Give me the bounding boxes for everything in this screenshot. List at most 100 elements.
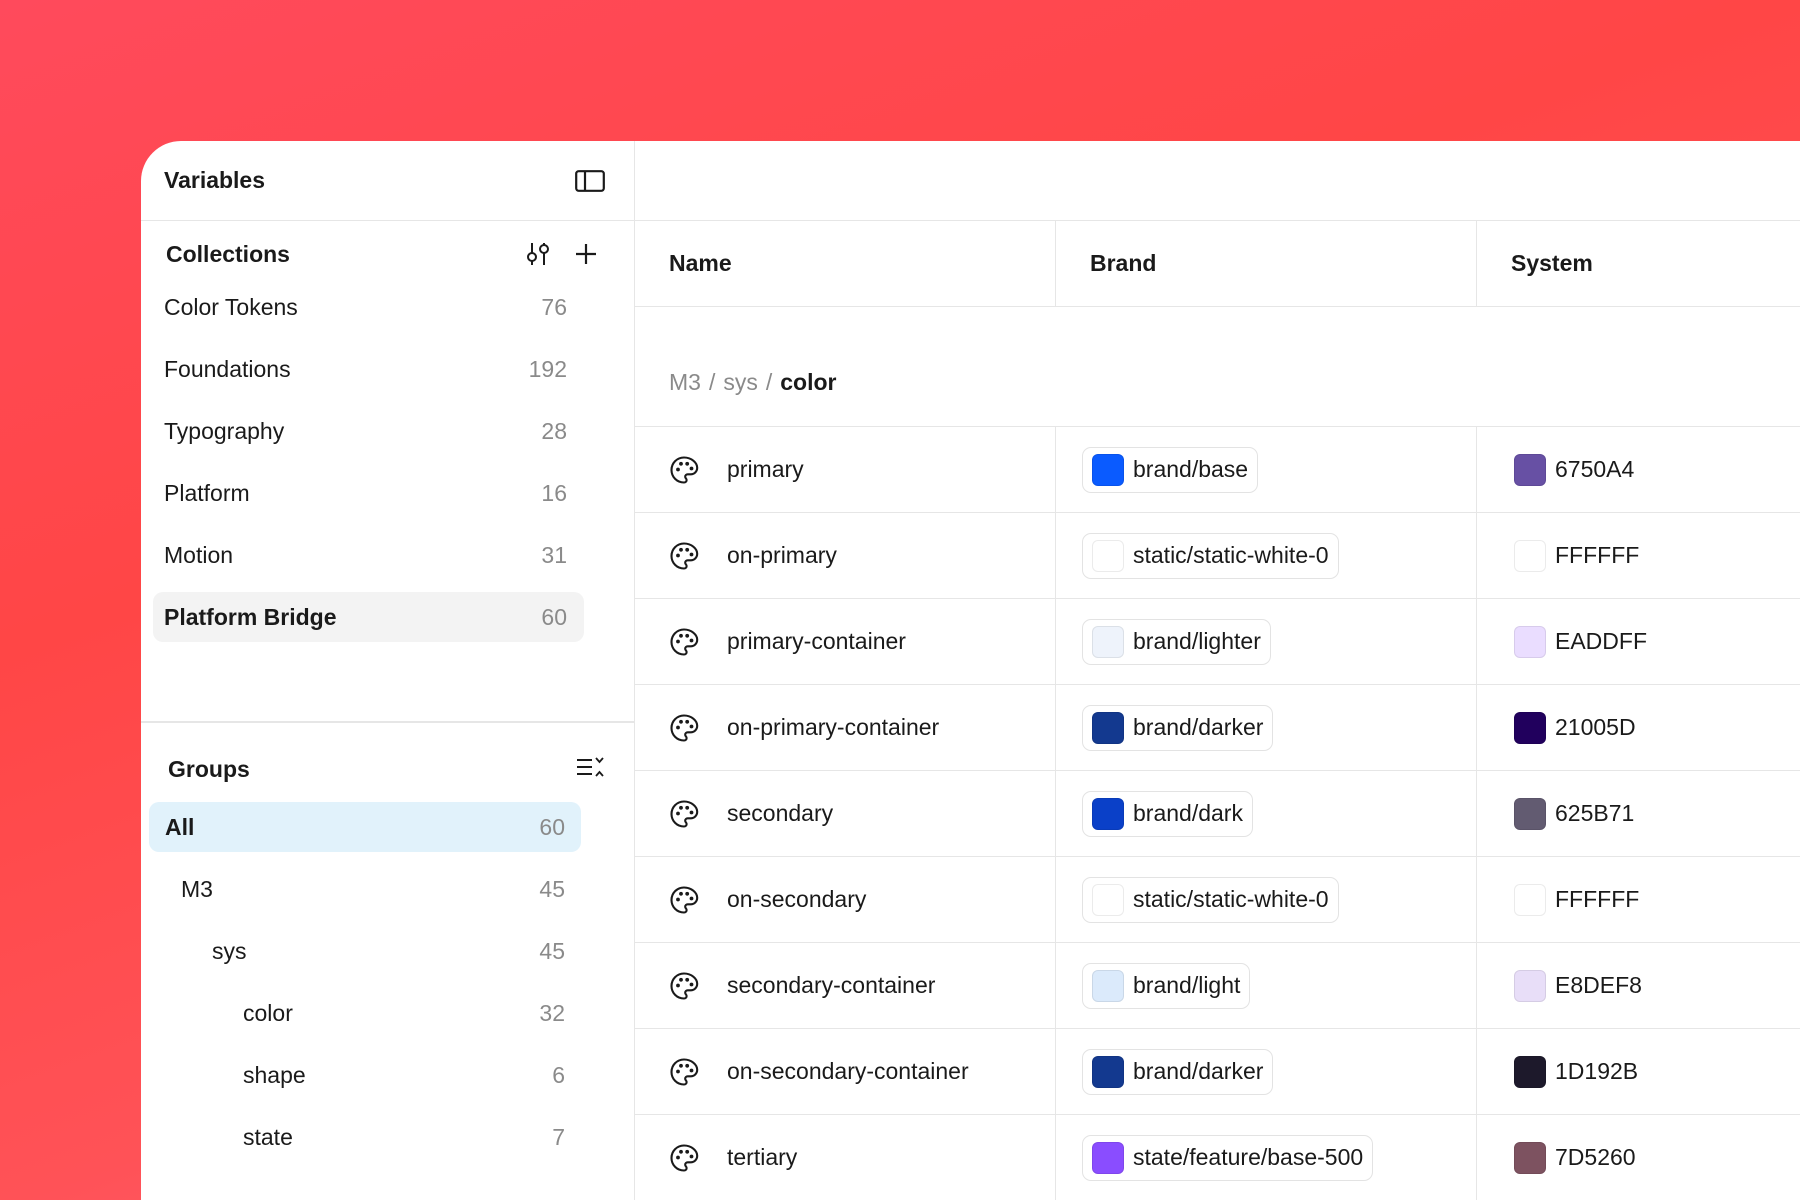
alias-chip[interactable]: brand/lighter [1082, 618, 1271, 665]
collapse-list-icon[interactable] [573, 751, 607, 785]
table-row[interactable]: secondary-container brand/light E8DEF8 [635, 943, 1800, 1029]
brand-value-cell[interactable]: brand/base [1056, 427, 1477, 512]
brand-value-cell[interactable]: state/feature/base-500 [1056, 1115, 1477, 1200]
system-value-cell[interactable]: EADDFF [1477, 599, 1800, 684]
brand-value-cell[interactable]: brand/light [1056, 943, 1477, 1028]
group-item[interactable]: M3 45 [149, 864, 581, 914]
plus-icon[interactable] [569, 237, 603, 271]
table-row[interactable]: primary brand/base 6750A4 [635, 427, 1800, 513]
alias-chip[interactable]: brand/dark [1082, 790, 1253, 837]
collection-item[interactable]: Motion 31 [153, 530, 584, 580]
group-breadcrumb-row: M3 / sys / color [635, 307, 1800, 427]
brand-color-swatch [1092, 625, 1124, 658]
variable-name-cell: on-primary-container [635, 685, 1056, 770]
variables-window: Variables Collections Color Tokens 76 Fo… [141, 141, 1800, 1200]
brand-value-cell[interactable]: brand/lighter [1056, 599, 1477, 684]
sidebar-divider [141, 721, 635, 723]
alias-chip[interactable]: brand/darker [1082, 1048, 1274, 1095]
brand-value-cell[interactable]: static/static-white-0 [1056, 857, 1477, 942]
system-color-swatch [1514, 625, 1546, 658]
system-color-swatch [1514, 969, 1546, 1002]
table-row[interactable]: primary-container brand/lighter EADDFF [635, 599, 1800, 685]
system-value-cell[interactable]: E8DEF8 [1477, 943, 1800, 1028]
alias-label: brand/light [1133, 972, 1241, 998]
collection-item-count: 28 [541, 417, 567, 444]
collection-item[interactable]: Typography 28 [153, 406, 584, 456]
group-item-label: state [243, 1123, 293, 1150]
group-item[interactable]: shape 6 [149, 1050, 581, 1100]
system-color-swatch [1514, 711, 1546, 744]
table-row[interactable]: secondary brand/dark 625B71 [635, 771, 1800, 857]
variable-name: on-primary [727, 542, 837, 568]
collection-item-label: Color Tokens [164, 293, 298, 320]
variable-name-cell: primary [635, 427, 1056, 512]
collection-item[interactable]: Foundations 192 [153, 344, 584, 394]
system-value-cell[interactable]: 21005D [1477, 685, 1800, 770]
group-item[interactable]: sys 45 [149, 926, 581, 976]
hex-value: FFFFFF [1555, 886, 1640, 912]
alias-chip[interactable]: static/static-white-0 [1082, 532, 1339, 579]
group-item-label: sys [212, 937, 247, 964]
breadcrumb-separator: / [765, 369, 773, 395]
collection-item[interactable]: Platform 16 [153, 468, 584, 518]
brand-color-swatch [1092, 539, 1124, 572]
collections-title: Collections [166, 241, 290, 267]
variable-name: secondary-container [727, 972, 936, 998]
table-row[interactable]: on-primary static/static-white-0 FFFFFF [635, 513, 1800, 599]
palette-icon [670, 541, 699, 570]
brand-value-cell[interactable]: static/static-white-0 [1056, 513, 1477, 598]
breadcrumb: M3 / sys / color [669, 369, 836, 396]
variable-name: secondary [727, 800, 834, 826]
alias-label: brand/dark [1133, 800, 1243, 826]
group-item[interactable]: color 32 [149, 988, 581, 1038]
system-value-cell[interactable]: FFFFFF [1477, 513, 1800, 598]
alias-chip[interactable]: state/feature/base-500 [1082, 1134, 1374, 1181]
hex-value: EADDFF [1555, 628, 1647, 654]
group-item-count: 60 [539, 813, 565, 840]
sliders-icon[interactable] [521, 237, 555, 271]
table-row[interactable]: on-secondary static/static-white-0 FFFFFF [635, 857, 1800, 943]
group-item-count: 7 [552, 1123, 565, 1150]
column-header-brand[interactable]: Brand [1056, 221, 1477, 307]
system-value-cell[interactable]: 1D192B [1477, 1029, 1800, 1114]
column-header-name[interactable]: Name [635, 221, 1056, 307]
variable-name-cell: secondary [635, 771, 1056, 856]
hex-value: FFFFFF [1555, 542, 1640, 568]
variable-name-cell: tertiary [635, 1115, 1056, 1200]
collection-item[interactable]: Color Tokens 76 [153, 282, 584, 332]
system-value-cell[interactable]: 7D5260 [1477, 1115, 1800, 1200]
brand-value-cell[interactable]: brand/dark [1056, 771, 1477, 856]
alias-chip[interactable]: brand/darker [1082, 704, 1274, 751]
panel-title: Variables [164, 167, 266, 193]
alias-chip[interactable]: static/static-white-0 [1082, 876, 1339, 923]
sidebar-toggle-icon[interactable] [575, 167, 605, 195]
collection-item-label: Foundations [164, 355, 291, 382]
system-color-swatch [1514, 797, 1546, 830]
table-row[interactable]: on-secondary-container brand/darker 1D192B [635, 1029, 1800, 1115]
variable-name-cell: on-primary [635, 513, 1056, 598]
hex-value: 1D192B [1555, 1058, 1639, 1084]
brand-color-swatch [1092, 453, 1124, 486]
palette-icon [670, 1057, 699, 1086]
brand-value-cell[interactable]: brand/darker [1056, 1029, 1477, 1114]
variable-name-cell: on-secondary [635, 857, 1056, 942]
alias-chip[interactable]: brand/light [1082, 962, 1251, 1009]
variable-name: on-secondary [727, 886, 867, 912]
breadcrumb-sys: sys [723, 369, 758, 395]
variable-name-cell: secondary-container [635, 943, 1056, 1028]
brand-value-cell[interactable]: brand/darker [1056, 685, 1477, 770]
alias-chip[interactable]: brand/base [1082, 446, 1259, 493]
system-value-cell[interactable]: FFFFFF [1477, 857, 1800, 942]
column-header-system[interactable]: System [1477, 221, 1800, 307]
system-value-cell[interactable]: 625B71 [1477, 771, 1800, 856]
breadcrumb-separator: / [708, 369, 716, 395]
system-value-cell[interactable]: 6750A4 [1477, 427, 1800, 512]
collection-item-count: 60 [541, 603, 567, 630]
collection-item[interactable]: Platform Bridge 60 [153, 592, 584, 642]
group-item[interactable]: All 60 [149, 802, 581, 852]
group-item[interactable]: state 7 [149, 1112, 581, 1162]
collection-item-count: 16 [541, 479, 567, 506]
table-row[interactable]: tertiary state/feature/base-500 7D5260 [635, 1115, 1800, 1200]
table-row[interactable]: on-primary-container brand/darker 21005D [635, 685, 1800, 771]
variable-name-cell: primary-container [635, 599, 1056, 684]
